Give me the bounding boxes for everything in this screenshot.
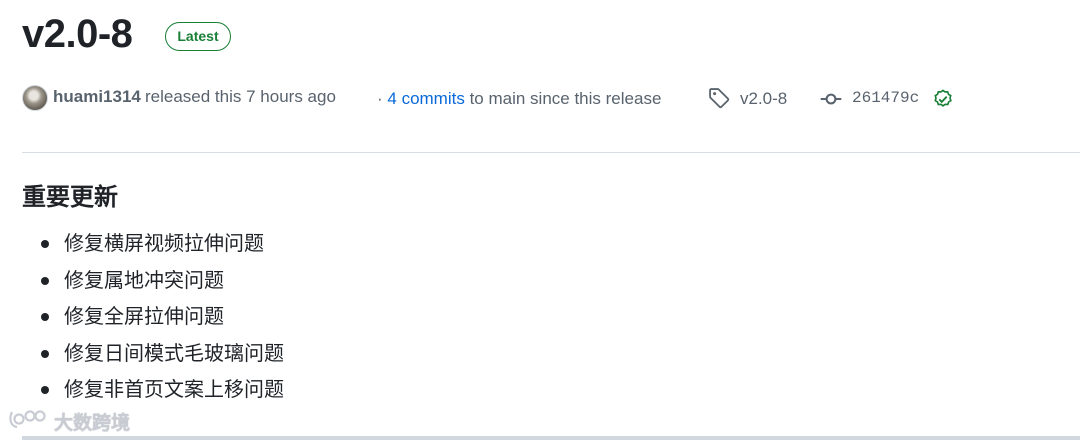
commits-since: · 4 commits to main since this release [377, 89, 661, 109]
bullet-icon [41, 313, 49, 321]
commit-sha: 261479c [852, 89, 920, 107]
list-item-text: 修复横屏视频拉伸问题 [64, 233, 264, 255]
released-text: released this 7 hours ago [145, 87, 336, 106]
list-item-text: 修复非首页文案上移问题 [64, 379, 284, 401]
tag-label: v2.0-8 [740, 89, 788, 108]
release-meta: huami1314 released this 7 hours ago · 4 … [22, 84, 1062, 112]
author-link[interactable]: huami1314 [53, 87, 141, 107]
watermark-logo-icon [9, 410, 46, 429]
divider [22, 152, 1080, 153]
bottom-border [22, 436, 1080, 440]
avatar[interactable] [22, 85, 48, 111]
commits-link[interactable]: 4 commits [387, 89, 464, 108]
tag-icon [709, 88, 730, 109]
list-item: 修复横屏视频拉伸问题 [22, 230, 284, 267]
list-item: 修复全屏拉伸问题 [22, 303, 284, 340]
commits-prefix: · [377, 89, 388, 108]
bullet-icon [41, 386, 49, 394]
bullet-icon [41, 240, 49, 248]
list-item-text: 修复属地冲突问题 [64, 269, 224, 292]
git-commit-icon [820, 93, 842, 105]
commits-suffix: to main since this release [464, 89, 662, 108]
release-title[interactable]: v2.0-8 [22, 10, 133, 58]
latest-badge: Latest [165, 22, 231, 51]
bullet-icon [41, 349, 49, 358]
verified-check-icon[interactable] [932, 87, 954, 109]
watermark-text: 大数跨境 [54, 413, 131, 434]
list-item: 修复属地冲突问题 [22, 267, 284, 304]
notes-heading: 重要更新 [22, 184, 118, 211]
bullet-icon [41, 276, 49, 285]
list-item-text: 修复日间模式毛玻璃问题 [64, 342, 284, 365]
list-item-text: 修复全屏拉伸问题 [64, 306, 224, 328]
release-notes-list: 修复横屏视频拉伸问题 修复属地冲突问题 修复全屏拉伸问题 修复日间模式毛玻璃问题… [22, 230, 284, 413]
list-item: 修复日间模式毛玻璃问题 [22, 340, 284, 377]
